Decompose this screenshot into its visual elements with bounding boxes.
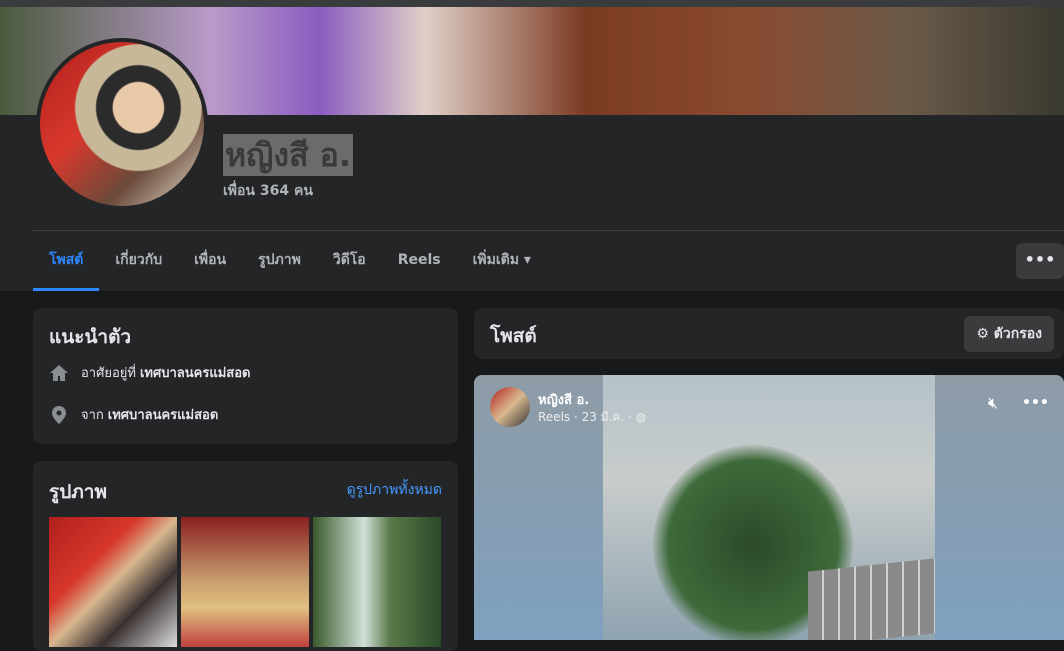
photos-title: รูปภาพ: [49, 481, 107, 503]
divider: [33, 230, 1064, 231]
photo-thumbnail[interactable]: [313, 517, 441, 647]
profile-tabs: โพสต์ เกี่ยวกับ เพื่อน รูปภาพ วิดีโอ Ree…: [33, 240, 547, 291]
tab-photos[interactable]: รูปภาพ: [242, 240, 317, 290]
photo-thumbnail[interactable]: [49, 517, 177, 647]
filter-button[interactable]: ⚙ ตัวกรอง: [964, 316, 1054, 352]
from-label: จาก: [81, 408, 104, 423]
filter-label: ตัวกรอง: [993, 326, 1042, 342]
profile-name: หญิงสี อ.: [223, 134, 354, 176]
post-author-avatar[interactable]: [490, 387, 530, 427]
from-row: จาก เทศบาลนครแม่สอด: [49, 404, 218, 425]
post-options-button[interactable]: •••: [1022, 395, 1049, 411]
photos-card: รูปภาพ ดูรูปภาพทั้งหมด: [33, 461, 458, 651]
reel-post[interactable]: หญิงสี อ. Reels · 23 มี.ค. · ◍ 🔇︎ •••: [474, 375, 1064, 640]
filter-icon: ⚙: [976, 326, 994, 342]
tab-friends[interactable]: เพื่อน: [178, 240, 242, 290]
posts-header-card: โพสต์ ⚙ ตัวกรอง: [474, 308, 1064, 359]
post-author-name[interactable]: หญิงสี อ.: [538, 389, 589, 410]
tab-more[interactable]: เพิ่มเติม ▾: [457, 240, 547, 290]
tab-reels[interactable]: Reels: [382, 240, 457, 290]
profile-avatar[interactable]: [36, 38, 208, 210]
lives-in-row: อาศัยอยู่ที่ เทศบาลนครแม่สอด: [49, 362, 250, 383]
intro-title: แนะนำตัว: [49, 326, 132, 348]
lives-label: อาศัยอยู่ที่: [81, 366, 136, 381]
see-all-photos-link[interactable]: ดูรูปภาพทั้งหมด: [347, 479, 442, 501]
muted-speaker-icon[interactable]: 🔇︎: [988, 393, 998, 413]
post-date[interactable]: Reels · 23 มี.ค. ·: [538, 410, 632, 424]
friends-count[interactable]: เพื่อน 364 คน: [223, 180, 313, 202]
tab-posts[interactable]: โพสต์: [33, 240, 100, 291]
tab-videos[interactable]: วิดีโอ: [317, 240, 382, 290]
location-pin-icon: [52, 405, 66, 424]
intro-card: แนะนำตัว อาศัยอยู่ที่ เทศบาลนครแม่สอด จาก…: [33, 308, 458, 444]
lives-value[interactable]: เทศบาลนครแม่สอด: [140, 362, 250, 383]
photo-thumbnail[interactable]: [181, 517, 309, 647]
globe-icon: ◍: [635, 410, 647, 424]
video-frame[interactable]: [603, 375, 935, 640]
more-options-button[interactable]: •••: [1016, 243, 1064, 279]
home-icon: [50, 364, 68, 381]
from-value[interactable]: เทศบาลนครแม่สอด: [108, 404, 218, 425]
posts-title: โพสต์: [490, 325, 537, 347]
post-meta: Reels · 23 มี.ค. · ◍: [538, 408, 646, 427]
top-bar: [0, 0, 1064, 7]
tab-about[interactable]: เกี่ยวกับ: [99, 240, 178, 290]
